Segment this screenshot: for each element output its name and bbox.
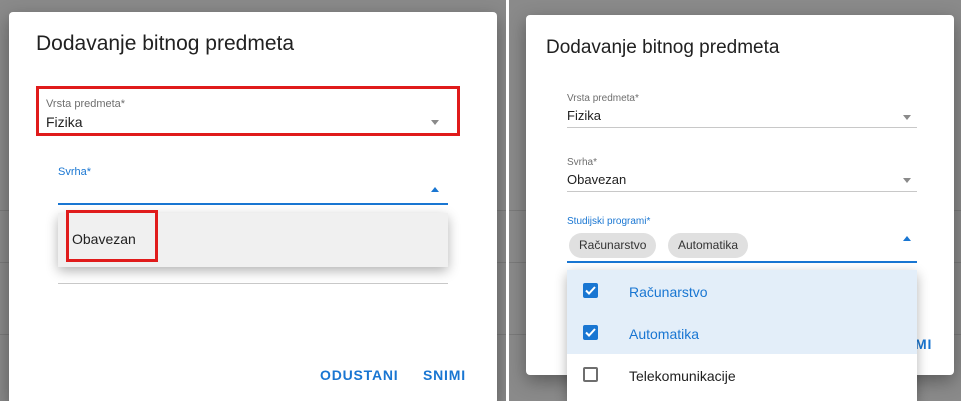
save-button[interactable]: SNIMI [423,367,466,383]
field-underline [567,191,917,192]
chip-group: Računarstvo Automatika [569,233,869,258]
checkbox-checked-icon[interactable] [583,283,598,298]
svrha-label: Svrha* [567,157,598,168]
vrsta-predmeta-value: Fizika [567,108,601,123]
cancel-button[interactable]: ODUSTANI [320,367,398,383]
checkbox-unchecked-icon[interactable] [583,367,598,382]
chip-racunarstvo[interactable]: Računarstvo [569,233,657,258]
dialog-title: Dodavanje bitnog predmeta [546,37,780,58]
highlight-box [66,210,158,262]
chevron-down-icon [903,115,911,120]
add-subject-dialog: Dodavanje bitnog predmeta Vrsta predmeta… [9,12,497,401]
studijski-programi-label: Studijski programi* [567,216,651,227]
field-underline [58,283,448,284]
chevron-down-icon [903,178,911,183]
field-underline-focused [567,261,917,263]
left-screenshot: Dodavanje bitnog predmeta Vrsta predmeta… [0,0,506,401]
dialog-title: Dodavanje bitnog predmeta [36,32,295,55]
right-screenshot: Dodavanje bitnog predmeta Vrsta predmeta… [509,0,961,401]
checkbox-checked-icon[interactable] [583,325,598,340]
vrsta-predmeta-label: Vrsta predmeta* [567,93,639,104]
option-label: Telekomunikacije [629,368,736,384]
studijski-programi-dropdown-menu: Računarstvo Automatika Telekomunikacije [567,270,917,401]
option-racunarstvo[interactable]: Računarstvo [567,270,917,312]
field-underline-focused [58,203,448,205]
chevron-up-icon [431,187,439,192]
field-underline [567,127,917,128]
option-automatika[interactable]: Automatika [567,312,917,354]
chevron-up-icon [903,236,911,241]
svrha-label: Svrha* [58,166,92,178]
highlight-box [36,86,460,136]
option-label: Računarstvo [629,284,708,300]
option-label: Automatika [629,326,700,342]
save-button[interactable]: MI [915,336,932,352]
chip-automatika[interactable]: Automatika [668,233,749,258]
svrha-value: Obavezan [567,172,627,187]
option-telekomunikacije[interactable]: Telekomunikacije [567,354,917,396]
